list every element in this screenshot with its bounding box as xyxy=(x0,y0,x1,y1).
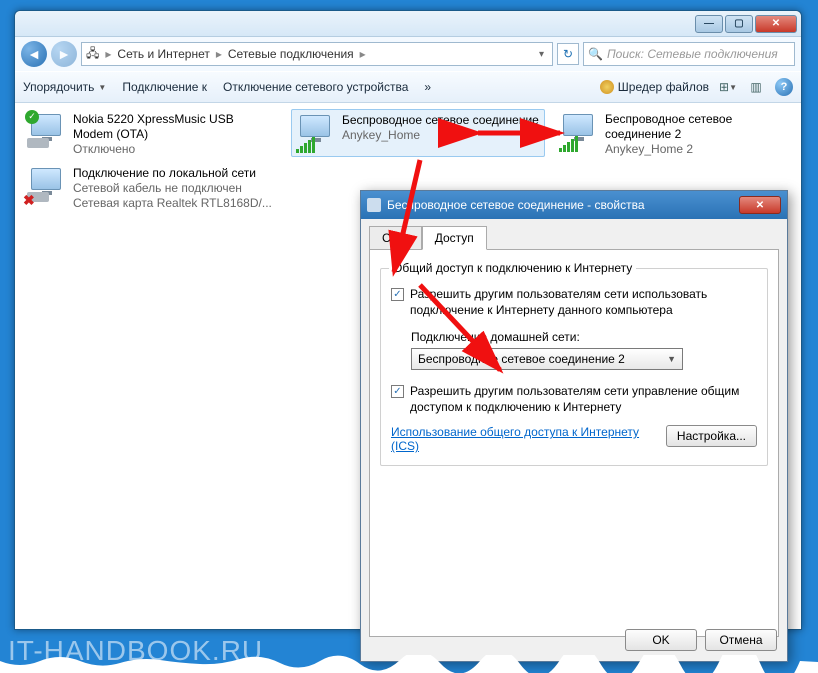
connection-title: Подключение по локальной сети xyxy=(73,166,272,181)
connection-status: Отключено xyxy=(73,142,277,157)
allow-share-checkbox[interactable]: ✓ xyxy=(391,288,404,301)
connection-ssid: Anykey_Home xyxy=(342,128,539,143)
help-button[interactable]: ? xyxy=(775,78,793,96)
network-root-icon: 🖧 xyxy=(86,44,99,65)
connect-label: Подключение к xyxy=(122,80,207,94)
dialog-title: Беспроводное сетевое соединение - свойст… xyxy=(387,198,645,212)
ics-group: Общий доступ к подключению к Интернету ✓… xyxy=(380,268,768,466)
tab-strip: Сеть Доступ xyxy=(361,219,787,249)
breadcrumb-seg[interactable]: Сеть и Интернет xyxy=(117,47,209,61)
cancel-button[interactable]: Отмена xyxy=(705,629,777,651)
search-icon: 🔍 xyxy=(588,47,603,61)
dialog-buttons: OK Отмена xyxy=(625,629,777,651)
forward-button[interactable]: ► xyxy=(51,41,77,67)
breadcrumb-sep-icon: ▸ xyxy=(360,47,366,61)
breadcrumb-seg[interactable]: Сетевые подключения xyxy=(228,47,354,61)
modem-icon: ✓ xyxy=(27,112,67,152)
home-network-combo[interactable]: Беспроводное сетевое соединение 2 ▼ xyxy=(411,348,683,370)
connection-item[interactable]: Беспроводное сетевое соединение 2 Anykey… xyxy=(555,109,795,160)
address-bar[interactable]: 🖧 ▸ Сеть и Интернет ▸ Сетевые подключени… xyxy=(81,42,553,66)
preview-pane-button[interactable]: ▥ xyxy=(747,78,765,96)
allow-control-checkbox[interactable]: ✓ xyxy=(391,385,404,398)
toolbar-overflow[interactable]: » xyxy=(424,80,431,94)
address-dropdown-icon[interactable]: ▾ xyxy=(535,49,548,60)
connect-to-button[interactable]: Подключение к xyxy=(122,80,207,94)
chevron-down-icon: ▼ xyxy=(667,354,676,364)
lan-icon: ✖ xyxy=(27,166,67,206)
connection-item-selected[interactable]: Беспроводное сетевое соединение Anykey_H… xyxy=(291,109,545,157)
tab-sharing[interactable]: Доступ xyxy=(422,226,487,250)
tab-panel: Общий доступ к подключению к Интернету ✓… xyxy=(369,249,779,637)
torn-edge xyxy=(0,655,818,673)
shredder-label: Шредер файлов xyxy=(618,80,709,94)
disable-device-button[interactable]: Отключение сетевого устройства xyxy=(223,80,408,94)
ok-button[interactable]: OK xyxy=(625,629,697,651)
connection-title: Беспроводное сетевое соединение xyxy=(342,113,539,128)
breadcrumb-sep-icon: ▸ xyxy=(216,47,222,61)
connection-title: Беспроводное сетевое соединение 2 xyxy=(605,112,791,142)
view-options-button[interactable]: ⊞▼ xyxy=(719,78,737,96)
file-shredder-button[interactable]: Шредер файлов xyxy=(600,80,709,94)
combo-value: Беспроводное сетевое соединение 2 xyxy=(418,352,625,366)
connection-title: Nokia 5220 XpressMusic USB Modem (OTA) xyxy=(73,112,277,142)
tab-network[interactable]: Сеть xyxy=(369,226,422,250)
allow-control-label: Разрешить другим пользователям сети упра… xyxy=(410,384,757,415)
shredder-icon xyxy=(600,80,614,94)
organize-menu[interactable]: Упорядочить ▼ xyxy=(23,80,106,94)
connection-adapter: Сетевая карта Realtek RTL8168D/... xyxy=(73,196,272,211)
dialog-titlebar: Беспроводное сетевое соединение - свойст… xyxy=(361,191,787,219)
properties-dialog: Беспроводное сетевое соединение - свойст… xyxy=(360,190,788,662)
connection-item[interactable]: ✖ Подключение по локальной сети Сетевой … xyxy=(23,163,281,214)
ics-help-link[interactable]: Использование общего доступа к Интернету… xyxy=(391,425,639,453)
search-placeholder: Поиск: Сетевые подключения xyxy=(607,47,778,61)
network-icon xyxy=(367,198,381,212)
home-network-label: Подключение домашней сети: xyxy=(411,330,757,344)
connection-ssid: Anykey_Home 2 xyxy=(605,142,791,157)
connection-status: Сетевой кабель не подключен xyxy=(73,181,272,196)
group-title: Общий доступ к подключению к Интернету xyxy=(389,261,636,275)
search-input[interactable]: 🔍 Поиск: Сетевые подключения xyxy=(583,42,795,66)
chevron-down-icon: ▼ xyxy=(98,83,106,92)
titlebar: — ▢ ✕ xyxy=(15,11,801,37)
nav-bar: ◄ ► 🖧 ▸ Сеть и Интернет ▸ Сетевые подклю… xyxy=(15,37,801,71)
back-button[interactable]: ◄ xyxy=(21,41,47,67)
settings-button[interactable]: Настройка... xyxy=(666,425,757,447)
wifi-icon xyxy=(559,112,599,152)
organize-label: Упорядочить xyxy=(23,80,94,94)
minimize-button[interactable]: — xyxy=(695,15,723,33)
maximize-button[interactable]: ▢ xyxy=(725,15,753,33)
allow-share-label: Разрешить другим пользователям сети испо… xyxy=(410,287,757,318)
breadcrumb-sep-icon: ▸ xyxy=(105,47,111,61)
overflow-label: » xyxy=(424,80,431,94)
dialog-close-button[interactable]: ✕ xyxy=(739,196,781,214)
connection-item[interactable]: ✓ Nokia 5220 XpressMusic USB Modem (OTA)… xyxy=(23,109,281,160)
close-button[interactable]: ✕ xyxy=(755,15,797,33)
toolbar: Упорядочить ▼ Подключение к Отключение с… xyxy=(15,71,801,103)
wifi-icon xyxy=(296,113,336,153)
refresh-button[interactable]: ↻ xyxy=(557,43,579,65)
disable-label: Отключение сетевого устройства xyxy=(223,80,408,94)
